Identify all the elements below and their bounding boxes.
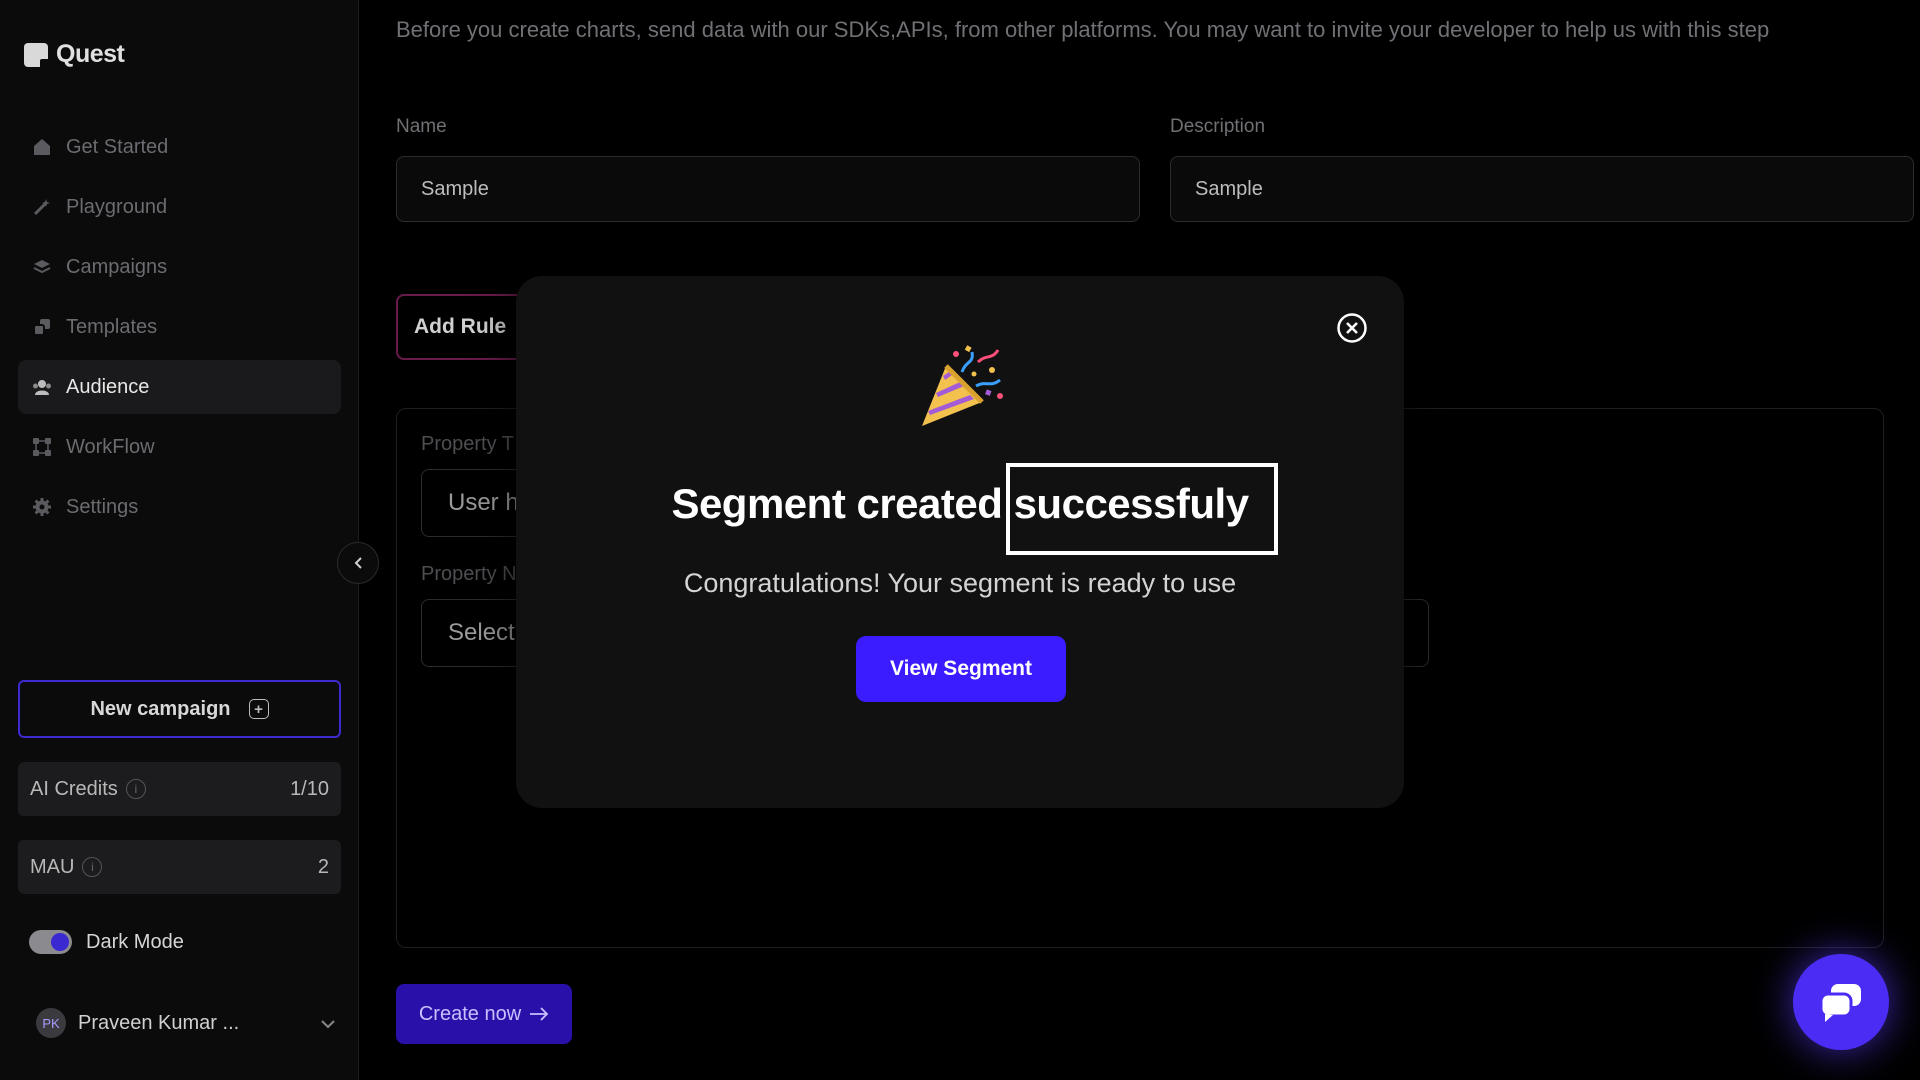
create-now-button[interactable]: Create now [396,984,572,1044]
name-field[interactable]: Sample [396,156,1140,222]
description-field[interactable]: Sample [1170,156,1914,222]
description-label: Description [1170,116,1266,137]
new-campaign-button[interactable]: New campaign + [18,680,341,738]
layers-icon [32,257,52,277]
avatar: PK [36,1008,66,1038]
view-segment-label: View Segment [890,657,1032,680]
dark-mode-label: Dark Mode [86,930,184,953]
sidebar-item-templates[interactable]: Templates [18,300,341,354]
wand-icon [32,197,52,217]
property-name-value: Select [448,619,515,646]
quest-logo-icon [24,42,50,69]
property-type-value: User h [448,489,519,516]
chevron-down-icon [320,1013,336,1034]
ai-credits-label: AI Credits [30,777,118,800]
mau-stat: MAU i 2 [18,840,341,894]
mau-label: MAU [30,855,75,878]
dark-mode-toggle[interactable] [29,930,72,954]
app-logo[interactable]: Quest [24,40,125,69]
app-name: Quest [56,40,125,68]
sidebar-item-label: Campaigns [66,255,168,278]
property-type-label: Property T [421,433,514,455]
ai-credits-value: 1/10 [290,777,329,800]
info-icon[interactable]: i [125,779,146,799]
close-icon [1337,313,1367,343]
add-rule-label: Add Rule [414,315,507,338]
workflow-icon [32,437,52,457]
gear-icon [32,497,52,517]
sidebar-item-audience[interactable]: Audience [18,360,341,414]
users-icon [32,377,52,397]
arrow-right-icon [530,1007,549,1021]
name-label: Name [396,116,447,137]
sidebar-item-label: Playground [66,195,168,218]
collapse-sidebar-button[interactable] [337,542,379,584]
party-popper-icon [922,345,1003,426]
create-now-label: Create now [418,1002,522,1025]
chat-icon [1819,984,1861,1022]
ai-credits-stat: AI Credits i 1/10 [18,762,341,816]
view-segment-button[interactable]: View Segment [856,636,1066,702]
sidebar-nav: Get Started Playground Campaigns Templat… [18,120,341,540]
intro-text: Before you create charts, send data with… [396,17,1770,42]
modal-title-part1: Segment created [671,480,1003,527]
sidebar-item-campaigns[interactable]: Campaigns [18,240,341,294]
sidebar-item-label: Templates [66,315,158,338]
user-menu[interactable]: PK Praveen Kumar ... [36,1008,336,1038]
close-button[interactable] [1336,312,1368,344]
sidebar-item-playground[interactable]: Playground [18,180,341,234]
sidebar-item-get-started[interactable]: Get Started [18,120,341,174]
sidebar: Quest Get Started Playground Campaigns T… [0,0,359,1080]
info-icon[interactable]: i [82,857,103,877]
sidebar-item-label: WorkFlow [66,435,155,458]
sidebar-item-label: Get Started [66,135,169,158]
sidebar-item-workflow[interactable]: WorkFlow [18,420,341,474]
templates-icon [32,317,52,337]
success-modal: Segment created successfuly Congratulati… [516,276,1404,808]
modal-subtitle: Congratulations! Your segment is ready t… [683,568,1237,598]
property-name-label: Property N [421,563,517,585]
new-campaign-label: New campaign [90,697,231,720]
sidebar-item-label: Settings [66,495,139,518]
chevron-left-icon [354,557,362,569]
sidebar-item-label: Audience [66,375,150,398]
dark-mode-setting: Dark Mode [29,930,184,954]
sidebar-item-settings[interactable]: Settings [18,480,341,534]
mau-value: 2 [317,855,329,878]
home-icon [32,137,52,157]
name-value: Sample [421,177,489,200]
plus-icon: + [248,699,269,719]
chat-button[interactable] [1793,954,1889,1050]
description-value: Sample [1195,177,1263,200]
user-name: Praveen Kumar ... [78,1011,240,1034]
highlight-box [1006,463,1278,555]
